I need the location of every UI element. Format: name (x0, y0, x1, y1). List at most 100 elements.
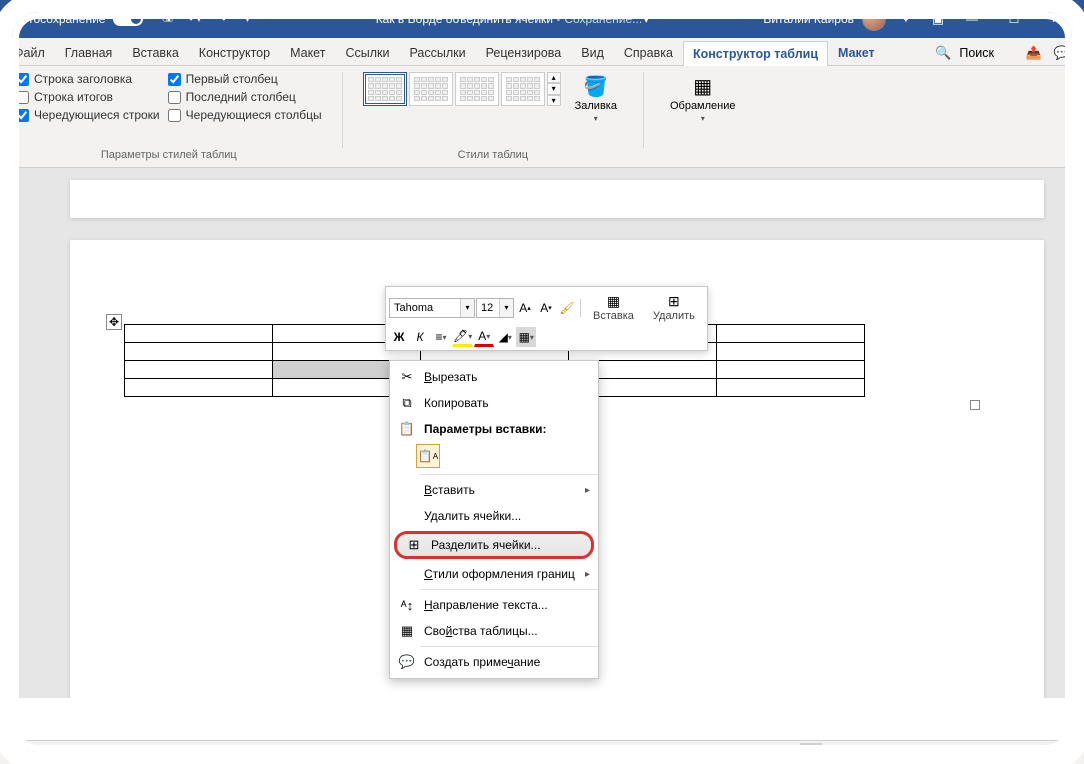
read-mode-icon[interactable]: 📖 (764, 743, 786, 763)
maximize-button[interactable]: ☐ (994, 5, 1034, 33)
table-style-gallery[interactable]: ▴▾▾ (363, 72, 561, 106)
clipboard-icon: 📋 (398, 421, 416, 437)
zoom-in-button[interactable]: + (1005, 745, 1020, 761)
tab-mailings[interactable]: Рассылки (399, 40, 475, 65)
gallery-down[interactable]: ▾ (547, 83, 561, 94)
context-menu: ✂ВВырезатьырезать ⧉Копировать 📋Параметры… (389, 360, 599, 679)
table-style-thumb[interactable] (409, 72, 453, 106)
align-icon[interactable]: ≡▾ (431, 327, 451, 347)
save-icon[interactable]: 🖫 (155, 7, 179, 31)
tab-home[interactable]: Главная (55, 40, 123, 65)
cm-cut[interactable]: ✂ВВырезатьырезать (390, 364, 598, 390)
grow-font-icon[interactable]: A▴ (515, 298, 535, 318)
tab-references[interactable]: Ссылки (335, 40, 399, 65)
quick-access-toolbar: 🖫 ↶▾ ↷ ▾ (155, 7, 260, 31)
accessibility-icon[interactable]: ⓘ (327, 743, 347, 763)
group-label-options: Параметры стилей таблиц (101, 147, 237, 163)
tab-view[interactable]: Вид (571, 40, 614, 65)
qat-customize[interactable]: ▾ (236, 7, 260, 31)
ribbon-display-icon[interactable]: ▣ (926, 7, 950, 31)
cm-split-cells[interactable]: ⊞Разделить ячейки... (394, 531, 594, 559)
shading-button[interactable]: 🪣 Заливка▾ (569, 72, 623, 125)
banded-columns-checkbox[interactable]: Чередующиеся столбцы (168, 108, 322, 122)
user-name: Виталий Каиров (763, 12, 854, 26)
autosave-toggle[interactable] (113, 12, 143, 26)
table-move-handle[interactable]: ✥ (106, 314, 122, 330)
font-size-combo[interactable]: ▾ (476, 298, 514, 318)
paste-option-default[interactable]: 📋A (416, 444, 440, 468)
cm-new-comment[interactable]: 💬Создать примечание (390, 649, 598, 675)
delete-button[interactable]: ⊞Удалить (644, 290, 704, 325)
total-row-checkbox[interactable]: Строка итогов (16, 90, 160, 104)
font-size-input[interactable] (477, 299, 499, 317)
borders-button[interactable]: ▦ Обрамление▾ (664, 72, 742, 125)
tab-layout[interactable]: Макет (280, 40, 335, 65)
cm-copy[interactable]: ⧉Копировать (390, 390, 598, 416)
cm-insert[interactable]: Вставить▸ (390, 477, 598, 503)
last-column-checkbox[interactable]: Последний столбец (168, 90, 322, 104)
cm-delete-cells[interactable]: Удалить ячейки... (390, 503, 598, 529)
font-color-icon[interactable]: A▾ (474, 327, 494, 347)
zoom-out-button[interactable]: − (872, 745, 887, 761)
table-style-thumb[interactable] (363, 72, 407, 106)
chevron-right-icon: ▸ (585, 485, 590, 496)
shrink-font-icon[interactable]: A▾ (536, 298, 556, 318)
print-layout-icon[interactable]: ▤ (800, 743, 822, 763)
tab-file[interactable]: Файл (4, 40, 55, 65)
coming-soon-icon[interactable]: ✦ (894, 7, 918, 31)
collapse-ribbon-icon[interactable]: ⌃ (1067, 150, 1076, 163)
undo-button[interactable]: ↶▾ (182, 7, 206, 31)
spellcheck-icon[interactable]: 📖 (227, 744, 249, 762)
banded-rows-checkbox[interactable]: Чередующиеся строки (16, 108, 160, 122)
first-column-checkbox[interactable]: Первый столбец (168, 72, 322, 86)
web-layout-icon[interactable]: ▦ (836, 743, 858, 763)
close-button[interactable]: ✕ (1036, 5, 1076, 33)
font-input[interactable] (390, 299, 460, 317)
cm-text-direction[interactable]: ᴬ↕Направление текста... (390, 592, 598, 618)
mini-toolbar: ▾ ▾ A▴ A▾ 🖌 ▦Вставка ⊞Удалить Ж К ≡▾ 🖊▾ … (385, 286, 708, 351)
tab-table-layout[interactable]: Макет (828, 40, 885, 65)
gallery-more[interactable]: ▾ (547, 95, 561, 106)
insert-button[interactable]: ▦Вставка (584, 290, 643, 325)
format-painter-icon[interactable]: 🖌 (557, 298, 577, 318)
font-combo[interactable]: ▾ (389, 298, 475, 318)
tab-review[interactable]: Рецензирова (476, 40, 572, 65)
tab-table-design[interactable]: Конструктор таблиц (683, 41, 828, 66)
minimize-button[interactable]: ― (952, 5, 992, 33)
italic-icon[interactable]: К (410, 327, 430, 347)
tab-insert[interactable]: Вставка (122, 40, 188, 65)
tab-design[interactable]: Конструктор (189, 40, 280, 65)
word-count[interactable]: Число слов: 477 (118, 745, 213, 761)
cm-table-properties[interactable]: ▦Свойства таблицы... (390, 618, 598, 644)
language-indicator[interactable]: русский (263, 745, 312, 761)
shading-mini-icon[interactable]: ◢▾ (495, 327, 515, 347)
table-style-thumb[interactable] (455, 72, 499, 106)
page-indicator[interactable]: Страница 4 из 4 (10, 745, 104, 761)
redo-button[interactable]: ↷ (209, 7, 233, 31)
share-icon[interactable]: 📤 (1022, 41, 1046, 65)
focus-mode[interactable]: ▭Фокус (695, 744, 750, 762)
zoom-level[interactable]: 120 % (1033, 745, 1074, 761)
avatar[interactable] (862, 7, 886, 31)
bold-icon[interactable]: Ж (389, 327, 409, 347)
highlight-icon[interactable]: 🖊▾ (452, 327, 473, 347)
document-title: Как в Ворде объединить ячейки - (376, 12, 561, 26)
borders-mini-icon[interactable]: ▦▾ (516, 327, 536, 347)
header-row-checkbox[interactable]: Строка заголовка (16, 72, 160, 86)
comments-icon[interactable]: 💬 (1050, 41, 1074, 65)
autosave-label: Автосохранение (14, 12, 105, 26)
borders-icon: ▦ (691, 74, 715, 98)
gallery-up[interactable]: ▴ (547, 72, 561, 83)
status-bar: Страница 4 из 4 Число слов: 477 📖 русски… (0, 740, 1084, 764)
search-icon[interactable]: 🔍 (931, 41, 955, 65)
group-label-styles: Стили таблиц (458, 147, 528, 163)
zoom-slider[interactable] (901, 751, 991, 754)
table-resize-handle[interactable] (970, 400, 980, 410)
table-style-thumb[interactable] (501, 72, 545, 106)
cm-paste-header: 📋Параметры вставки: (390, 416, 598, 442)
table-style-options-group: Строка заголовка Строка итогов Чередующи… (10, 72, 328, 167)
cm-border-styles[interactable]: Стили оформления границ▸ (390, 561, 598, 587)
search-label[interactable]: Поиск (959, 46, 994, 60)
bucket-icon: 🪣 (584, 74, 608, 98)
tab-help[interactable]: Справка (614, 40, 683, 65)
